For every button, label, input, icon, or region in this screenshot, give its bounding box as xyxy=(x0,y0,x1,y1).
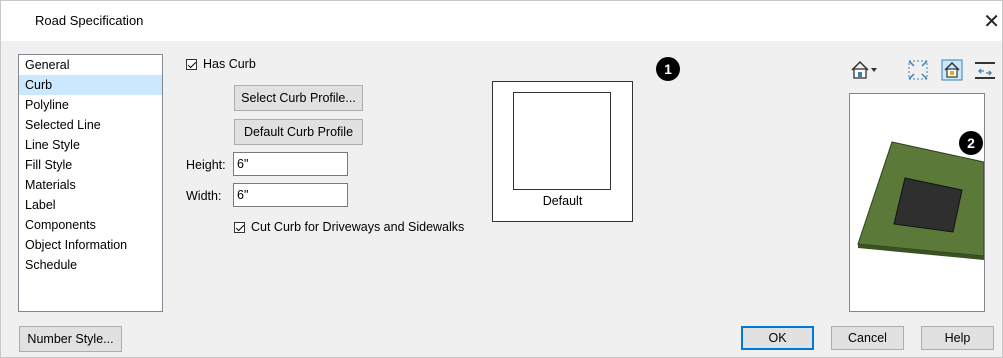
cancel-button[interactable]: Cancel xyxy=(831,326,904,350)
dropdown-arrow-icon xyxy=(871,68,877,72)
sidebar-item-label[interactable]: Label xyxy=(19,195,162,215)
sidebar-item-components[interactable]: Components xyxy=(19,215,162,235)
road-specification-dialog: Road Specification ✕ General Curb Polyli… xyxy=(0,0,1003,358)
height-field[interactable] xyxy=(233,152,348,176)
profile-shape xyxy=(513,92,611,190)
curb-profile-preview: Default xyxy=(492,81,633,222)
fill-window-icon[interactable] xyxy=(906,58,930,82)
sidebar-item-line-style[interactable]: Line Style xyxy=(19,135,162,155)
default-curb-profile-button[interactable]: Default Curb Profile xyxy=(234,119,363,145)
road-slab-icon xyxy=(857,141,985,260)
callout-badge-1: 1 xyxy=(656,57,680,81)
sidebar-item-materials[interactable]: Materials xyxy=(19,175,162,195)
category-list: General Curb Polyline Selected Line Line… xyxy=(18,54,163,312)
ok-button[interactable]: OK xyxy=(741,326,814,350)
height-label: Height: xyxy=(186,158,226,172)
close-icon[interactable]: ✕ xyxy=(983,9,1000,34)
3d-preview[interactable] xyxy=(849,93,985,312)
toggle-view-icon[interactable] xyxy=(973,58,997,82)
cut-curb-label: Cut Curb for Driveways and Sidewalks xyxy=(251,220,465,234)
help-button[interactable]: Help xyxy=(921,326,994,350)
house-view-icon[interactable] xyxy=(849,58,879,82)
house-lock-icon[interactable] xyxy=(940,58,964,82)
window-title: Road Specification xyxy=(35,13,144,28)
sidebar-item-fill-style[interactable]: Fill Style xyxy=(19,155,162,175)
select-curb-profile-button[interactable]: Select Curb Profile... xyxy=(234,85,363,111)
preview-label: Default xyxy=(542,194,583,208)
has-curb-checkmark-icon xyxy=(186,58,197,70)
has-curb-checkbox[interactable]: Has Curb xyxy=(186,57,256,71)
sidebar-item-polyline[interactable]: Polyline xyxy=(19,95,162,115)
title-bar: Road Specification ✕ xyxy=(1,1,1002,41)
has-curb-label: Has Curb xyxy=(203,57,256,71)
width-field[interactable] xyxy=(233,183,348,207)
sidebar-item-curb[interactable]: Curb xyxy=(19,75,162,95)
width-label: Width: xyxy=(186,189,222,203)
sidebar-item-schedule[interactable]: Schedule xyxy=(19,255,162,275)
callout-badge-2: 2 xyxy=(959,131,983,155)
sidebar-item-selected-line[interactable]: Selected Line xyxy=(19,115,162,135)
cut-curb-checkbox[interactable]: Cut Curb for Driveways and Sidewalks xyxy=(234,220,464,234)
sidebar-item-object-information[interactable]: Object Information xyxy=(19,235,162,255)
cut-curb-checkmark-icon xyxy=(234,221,245,233)
sidebar-item-general[interactable]: General xyxy=(19,55,162,75)
number-style-button[interactable]: Number Style... xyxy=(19,326,122,352)
